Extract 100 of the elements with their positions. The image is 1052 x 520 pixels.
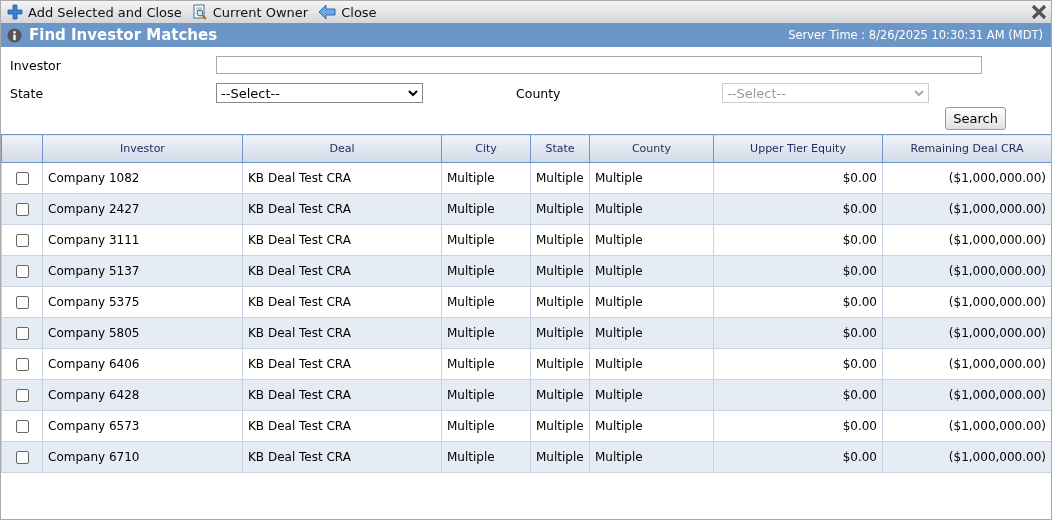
row-checkbox[interactable] [15, 203, 29, 216]
table-cell: Company 5137 [42, 255, 243, 287]
chevron-down-icon [408, 89, 418, 97]
table-cell: $0.00 [713, 379, 883, 411]
table-cell: KB Deal Test CRA [242, 410, 442, 442]
row-checkbox[interactable] [15, 172, 29, 185]
table-cell: Multiple [441, 410, 531, 442]
table-cell: ($1,000,000.00) [882, 441, 1051, 473]
toolbar-button[interactable]: Add Selected and Close [7, 4, 182, 20]
row-checkbox[interactable] [15, 234, 29, 247]
table-cell: Multiple [441, 162, 531, 194]
row-checkbox[interactable] [15, 358, 29, 371]
table-cell: Company 5375 [42, 286, 243, 318]
row-checkbox[interactable] [15, 296, 29, 309]
table-cell: Multiple [441, 348, 531, 380]
table-cell: ($1,000,000.00) [882, 379, 1051, 411]
table-cell: Multiple [530, 410, 590, 442]
table-cell: Multiple [441, 255, 531, 287]
chevron-down-icon [914, 89, 924, 97]
table-cell: Multiple [441, 441, 531, 473]
table-cell: $0.00 [713, 348, 883, 380]
row-checkbox[interactable] [15, 420, 29, 433]
table-cell: ($1,000,000.00) [882, 193, 1051, 225]
plus-icon [7, 4, 23, 20]
table-cell: Multiple [530, 441, 590, 473]
table-cell: KB Deal Test CRA [242, 224, 442, 256]
table-cell: Multiple [530, 255, 590, 287]
table-cell: Multiple [530, 317, 590, 349]
row-checkbox[interactable] [15, 265, 29, 278]
table-cell: $0.00 [713, 317, 883, 349]
table-cell: Multiple [441, 317, 531, 349]
document-search-icon [191, 4, 208, 20]
search-button[interactable]: Search [945, 107, 1006, 130]
row-checkbox[interactable] [15, 327, 29, 340]
table-cell: Company 1082 [42, 162, 243, 194]
table-cell: Multiple [589, 441, 714, 473]
column-header[interactable]: Investor [42, 134, 243, 163]
table-cell: KB Deal Test CRA [242, 255, 442, 287]
table-cell: $0.00 [713, 224, 883, 256]
table-cell: Multiple [589, 317, 714, 349]
table-cell: Multiple [589, 286, 714, 318]
dialog-title: Find Investor Matches [29, 26, 218, 44]
table-cell: Multiple [441, 379, 531, 411]
toolbar-button[interactable]: Current Owner [191, 4, 309, 20]
table-cell: Company 2427 [42, 193, 243, 225]
table-cell: $0.00 [713, 162, 883, 194]
table-cell: Multiple [441, 193, 531, 225]
table-cell: KB Deal Test CRA [242, 317, 442, 349]
column-header[interactable]: State [530, 134, 590, 163]
column-header [1, 134, 43, 163]
table-cell: Company 5805 [42, 317, 243, 349]
row-checkbox[interactable] [15, 451, 29, 464]
table-cell: Company 6406 [42, 348, 243, 380]
field-label: County [516, 85, 562, 101]
table-cell: $0.00 [713, 410, 883, 442]
server-time: Server Time : 8/26/2025 10:30:31 AM (MDT) [788, 28, 1043, 42]
column-header[interactable]: County [589, 134, 714, 163]
column-header[interactable]: Remaining Deal CRA [882, 134, 1051, 163]
table-cell: Multiple [589, 162, 714, 194]
table-cell: $0.00 [713, 255, 883, 287]
column-header[interactable]: City [441, 134, 531, 163]
table-cell: Multiple [589, 348, 714, 380]
investor-field[interactable] [216, 56, 982, 74]
table-cell: Multiple [589, 255, 714, 287]
info-icon [7, 27, 22, 43]
table-cell: Multiple [530, 286, 590, 318]
table-cell: $0.00 [713, 193, 883, 225]
table-cell: KB Deal Test CRA [242, 162, 442, 194]
table-cell: $0.00 [713, 441, 883, 473]
table-cell: Company 6428 [42, 379, 243, 411]
table-cell: Multiple [589, 193, 714, 225]
table-cell: Multiple [530, 348, 590, 380]
table-cell: Multiple [530, 193, 590, 225]
row-checkbox[interactable] [15, 389, 29, 402]
table-cell: KB Deal Test CRA [242, 441, 442, 473]
table-cell: Company 6710 [42, 441, 243, 473]
table-cell: ($1,000,000.00) [882, 255, 1051, 287]
table-cell: Multiple [589, 224, 714, 256]
table-cell: $0.00 [713, 286, 883, 318]
table-cell: Multiple [530, 379, 590, 411]
table-cell: KB Deal Test CRA [242, 379, 442, 411]
field-label: Investor [10, 57, 62, 73]
close-icon[interactable] [1031, 4, 1047, 20]
table-cell: Multiple [530, 224, 590, 256]
table-cell: KB Deal Test CRA [242, 193, 442, 225]
field-label: State [10, 85, 45, 101]
table-cell: Company 6573 [42, 410, 243, 442]
column-header[interactable]: Upper Tier Equity [713, 134, 883, 163]
table-cell: Multiple [530, 162, 590, 194]
toolbar-button[interactable]: Close [318, 4, 377, 20]
table-cell: Multiple [441, 286, 531, 318]
table-cell: Multiple [589, 379, 714, 411]
table-cell: Multiple [589, 410, 714, 442]
table-cell: Company 3111 [42, 224, 243, 256]
table-cell: Multiple [441, 224, 531, 256]
arrow-left-icon [318, 4, 337, 20]
table-cell: KB Deal Test CRA [242, 286, 442, 318]
column-header[interactable]: Deal [242, 134, 442, 163]
table-cell: KB Deal Test CRA [242, 348, 442, 380]
state-dropdown[interactable]: --Select-- [216, 83, 423, 103]
